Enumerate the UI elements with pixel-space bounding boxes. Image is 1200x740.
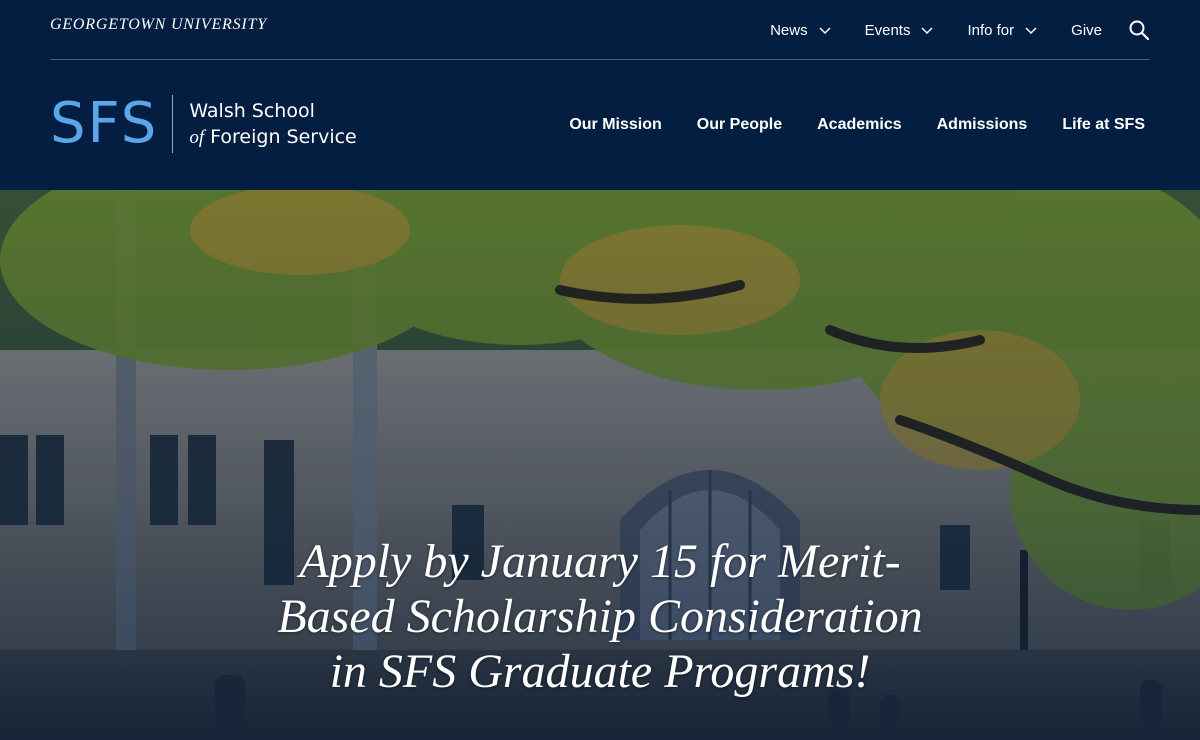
nav-admissions[interactable]: Admissions [937,116,1028,134]
chevron-down-icon [1025,27,1037,35]
hero-headline[interactable]: Apply by January 15 for Merit-Based Scho… [270,534,930,699]
search-icon[interactable] [1128,19,1150,41]
utility-item-label: Events [864,21,911,39]
school-name-of: of [189,126,205,148]
utility-item-give[interactable]: Give [1071,22,1102,39]
georgetown-wordmark[interactable]: GEORGETOWN UNIVERSITY [50,16,267,34]
nav-life-at-sfs[interactable]: Life at SFS [1062,116,1145,134]
nav-our-people[interactable]: Our People [697,116,782,134]
chevron-down-icon [819,27,831,35]
utility-item-info-for[interactable]: Info for [967,22,1038,39]
main-header: SFS Walsh School of Foreign Service Our … [0,60,1200,190]
school-name-line2: of Foreign Service [189,124,356,151]
sfs-logo-letters: SFS [50,91,159,156]
nav-academics[interactable]: Academics [817,116,902,134]
utility-item-events[interactable]: Events [865,22,935,39]
logo-divider [172,95,174,153]
school-name: Walsh School of Foreign Service [189,98,356,151]
school-name-rest: Foreign Service [204,125,357,148]
hero-banner: Apply by January 15 for Merit-Based Scho… [0,190,1200,740]
sfs-logo[interactable]: SFS Walsh School of Foreign Service [50,94,357,154]
utility-item-label: News [770,21,808,39]
school-name-line1: Walsh School [189,99,315,122]
utility-nav: News Events Info for Give [737,0,1150,60]
nav-our-mission[interactable]: Our Mission [569,116,661,134]
utility-item-label: Give [1071,21,1102,39]
chevron-down-icon [921,27,933,35]
utility-bar: GEORGETOWN UNIVERSITY News Events Info f… [0,0,1200,60]
utility-item-label: Info for [967,21,1015,39]
main-nav: Our Mission Our People Academics Admissi… [534,60,1145,190]
utility-item-news[interactable]: News [770,22,832,39]
